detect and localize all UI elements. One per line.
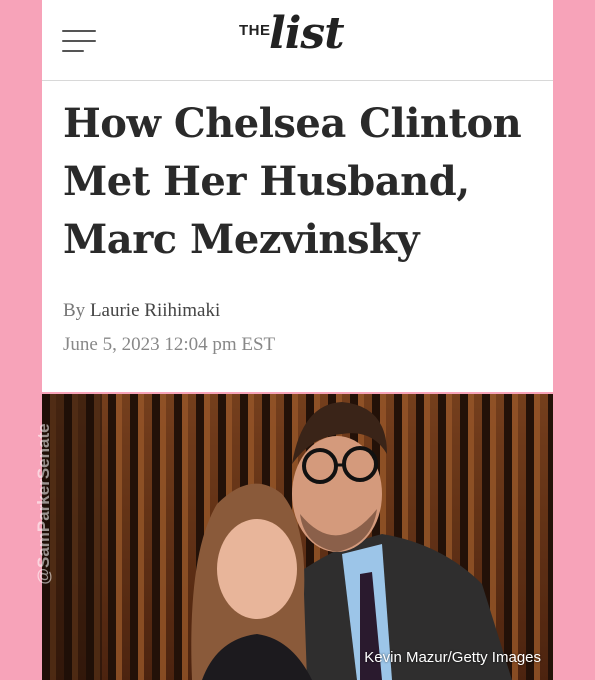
logo-list: list	[269, 8, 345, 59]
publish-date: June 5, 2023 12:04 pm EST	[63, 334, 276, 355]
photo-image	[42, 394, 553, 680]
photo-credit: Kevin Mazur/Getty Images	[364, 649, 541, 666]
byline: By Laurie Riihimaki	[63, 300, 220, 322]
logo-the: THE	[239, 22, 271, 39]
menu-icon[interactable]	[62, 30, 96, 52]
author-link[interactable]: Laurie Riihimaki	[90, 300, 220, 321]
article-title: How Chelsea Clinton Met Her Husband, Mar…	[63, 100, 522, 263]
site-logo[interactable]: THE list	[239, 8, 359, 66]
site-header: THE list	[42, 0, 553, 81]
byline-prefix: By	[63, 300, 86, 321]
photo-watermark: @SamParkerSenate	[34, 423, 53, 585]
article-card: THE list How Chelsea Clinton Met Her Hus…	[42, 0, 553, 680]
article-photo	[42, 394, 553, 680]
